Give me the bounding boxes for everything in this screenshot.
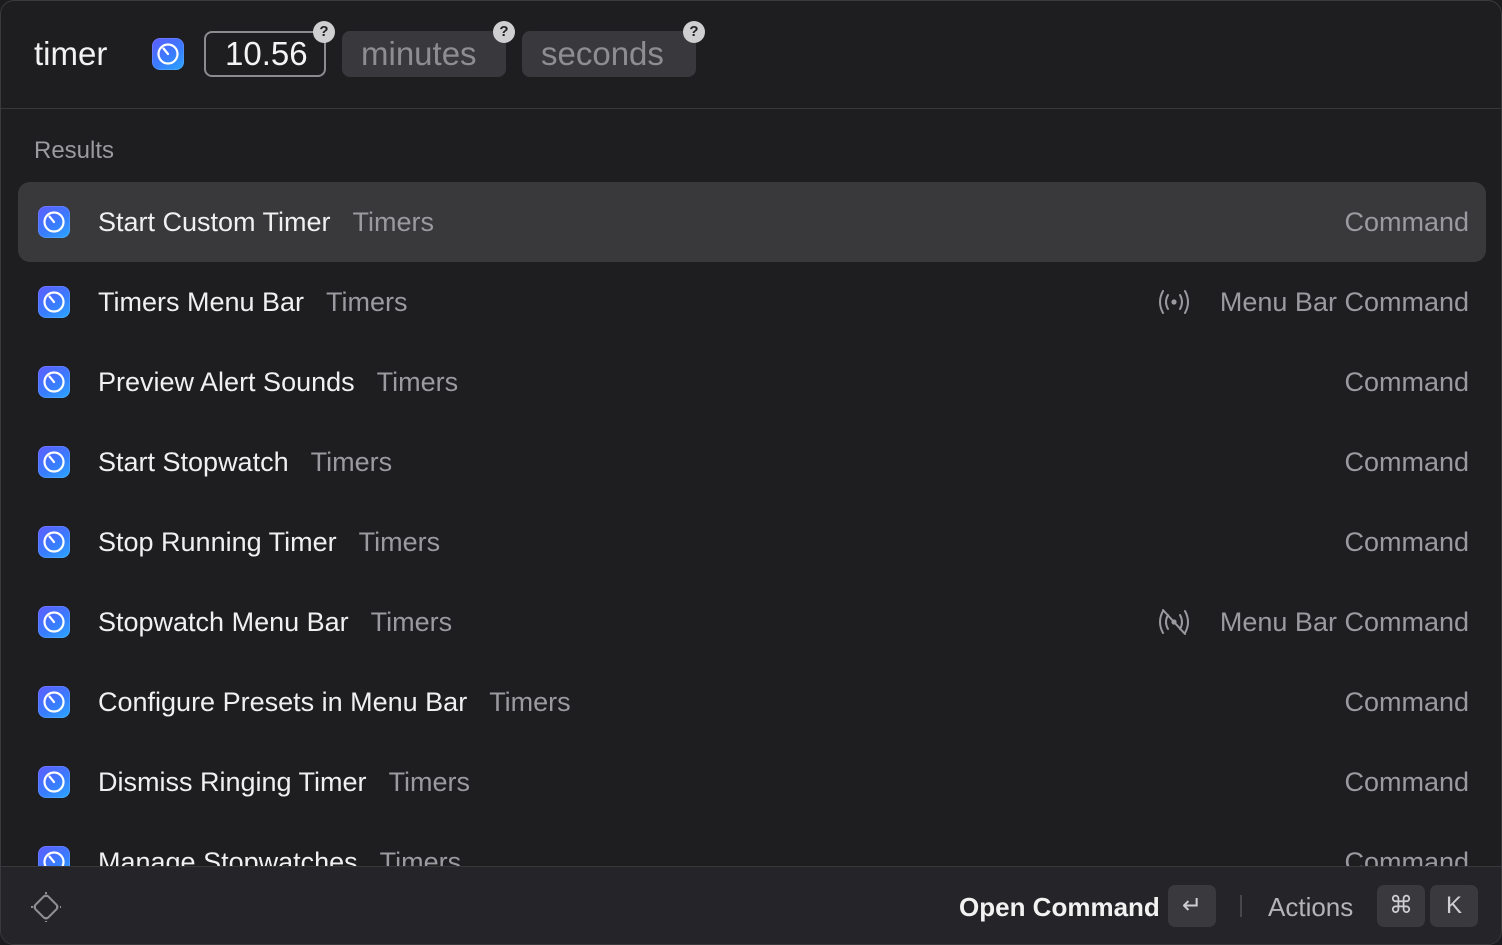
result-subtitle: Timers xyxy=(489,687,571,717)
result-title: Stopwatch Menu Bar xyxy=(98,607,349,637)
value-help-icon[interactable]: ? xyxy=(313,21,335,43)
timer-app-icon xyxy=(38,286,70,318)
action-divider xyxy=(1240,895,1242,917)
timer-app-icon xyxy=(38,606,70,638)
result-subtitle: Timers xyxy=(352,207,435,237)
result-subtitle: Timers xyxy=(358,527,441,557)
enter-key-icon[interactable]: ↵ xyxy=(1168,885,1216,927)
result-title: Manage Stopwatches xyxy=(98,847,358,866)
result-type: Command xyxy=(1344,847,1469,866)
timer-app-icon xyxy=(38,366,70,398)
result-title-line: Preview Alert Sounds Timers xyxy=(98,366,458,398)
minutes-help-icon[interactable]: ? xyxy=(493,21,515,43)
result-type: Menu Bar Command xyxy=(1219,287,1469,317)
result-type: Command xyxy=(1344,527,1469,557)
actions-button[interactable]: Actions xyxy=(1268,891,1353,923)
result-title-line: Stopwatch Menu Bar Timers xyxy=(98,606,452,638)
launcher-window: timer 10.56 ? minutes ? seconds ? Result… xyxy=(0,0,1502,945)
k-key[interactable]: K xyxy=(1430,885,1478,927)
result-row[interactable]: Start Custom Timer Timers Command xyxy=(18,182,1486,262)
result-title-line: Start Stopwatch Timers xyxy=(98,446,392,478)
timer-app-icon xyxy=(38,446,70,478)
timer-app-icon xyxy=(38,206,70,238)
result-subtitle: Timers xyxy=(310,447,393,477)
broadcast-icon xyxy=(1158,287,1190,317)
timer-app-icon xyxy=(38,766,70,798)
result-row[interactable]: Timers Menu Bar Timers Menu Bar Command xyxy=(18,262,1486,342)
result-title: Start Custom Timer xyxy=(98,207,331,237)
timer-app-icon xyxy=(38,846,70,866)
result-title-line: Dismiss Ringing Timer Timers xyxy=(98,766,470,798)
command-name: timer xyxy=(34,35,108,72)
result-subtitle: Timers xyxy=(388,767,471,797)
minutes-argument-input[interactable]: minutes xyxy=(342,31,506,77)
result-title: Start Stopwatch xyxy=(98,447,289,477)
result-subtitle: Timers xyxy=(379,847,462,866)
extension-icon[interactable] xyxy=(27,888,65,926)
result-row[interactable]: Preview Alert Sounds Timers Command xyxy=(18,342,1486,422)
result-title-line: Start Custom Timer Timers xyxy=(98,206,434,238)
value-argument-input[interactable]: 10.56 xyxy=(204,31,326,77)
seconds-argument-input[interactable]: seconds xyxy=(522,31,696,77)
result-type: Menu Bar Command xyxy=(1219,607,1469,637)
broadcast-off-icon xyxy=(1158,607,1190,637)
result-row[interactable]: Stop Running Timer Timers Command xyxy=(18,502,1486,582)
command-key-icon[interactable]: ⌘ xyxy=(1377,885,1425,927)
result-subtitle: Timers xyxy=(376,367,459,397)
result-row[interactable]: Start Stopwatch Timers Command xyxy=(18,422,1486,502)
result-row[interactable]: Stopwatch Menu Bar Timers Menu Bar Command xyxy=(18,582,1486,662)
result-row[interactable]: Manage Stopwatches Timers Command xyxy=(18,822,1486,866)
result-title: Timers Menu Bar xyxy=(98,287,305,317)
seconds-help-icon[interactable]: ? xyxy=(683,21,705,43)
open-command-action[interactable]: Open Command xyxy=(959,891,1160,923)
result-title-line: Manage Stopwatches Timers xyxy=(98,846,461,866)
result-title-line: Timers Menu Bar Timers xyxy=(98,286,408,318)
result-row[interactable]: Dismiss Ringing Timer Timers Command xyxy=(18,742,1486,822)
timer-app-icon xyxy=(38,686,70,718)
results-list: Start Custom Timer Timers Command Timers Me… xyxy=(1,182,1501,866)
timer-app-icon xyxy=(38,526,70,558)
result-row[interactable]: Configure Presets in Menu Bar Timers Comma… xyxy=(18,662,1486,742)
result-type: Command xyxy=(1344,207,1469,237)
timer-app-icon xyxy=(152,38,184,70)
result-type: Command xyxy=(1344,447,1469,477)
result-title: Configure Presets in Menu Bar xyxy=(98,687,468,717)
result-type: Command xyxy=(1344,767,1469,797)
result-subtitle: Timers xyxy=(326,287,408,317)
result-title: Preview Alert Sounds xyxy=(98,367,355,397)
result-type: Command xyxy=(1344,687,1469,717)
result-title-line: Configure Presets in Menu Bar Timers xyxy=(98,686,571,718)
search-bar: timer 10.56 ? minutes ? seconds ? xyxy=(1,1,1501,109)
result-type: Command xyxy=(1344,367,1469,397)
result-subtitle: Timers xyxy=(370,607,453,637)
result-title: Dismiss Ringing Timer xyxy=(98,767,367,797)
result-title: Stop Running Timer xyxy=(98,527,337,557)
result-title-line: Stop Running Timer Timers xyxy=(98,526,440,558)
results-section-title: Results xyxy=(34,137,115,164)
